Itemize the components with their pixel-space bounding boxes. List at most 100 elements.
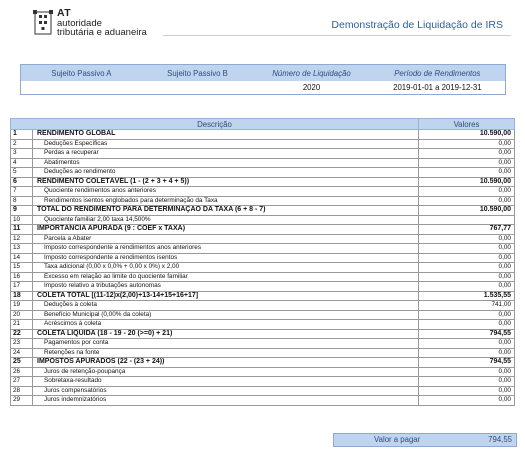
- row-number: 26: [10, 366, 33, 377]
- header-sujeito-a: Sujeito Passivo A: [20, 64, 142, 81]
- row-description: Acréscimos à coleta: [32, 319, 419, 330]
- row-description: Imposto correspondente a rendimentos ano…: [32, 243, 419, 254]
- header-periodo-rendimentos: Período de Rendimentos: [369, 64, 506, 81]
- table-row: 21 Acréscimos à coleta 0,00: [10, 319, 515, 330]
- info-header-row: Sujeito Passivo A Sujeito Passivo B Núme…: [20, 64, 506, 81]
- table-row: 13 Imposto correspondente a rendimentos a…: [10, 243, 515, 254]
- row-description: Retenções na fonte: [32, 347, 419, 358]
- table-row: 10 Quociente familiar 2,00 taxa 14,500%: [10, 214, 515, 225]
- liquidation-table: Descrição Valores 1 RENDIMENTO GLOBAL 10.5…: [10, 118, 515, 406]
- column-header-descricao: Descrição: [10, 118, 419, 130]
- row-number: 21: [10, 319, 33, 330]
- row-number: 19: [10, 300, 33, 311]
- at-logo: AT autoridade tributária e aduaneira: [33, 8, 163, 43]
- row-value: 10.590,00: [418, 176, 515, 187]
- table-row: 24 Retenções na fonte 0,00: [10, 347, 515, 358]
- table-row: 18 COLETA TOTAL [(11-12)x(2,00)+13-14+15+…: [10, 290, 515, 301]
- row-number: 25: [10, 357, 33, 368]
- table-row: 2 Deduções Específicas 0,00: [10, 138, 515, 149]
- row-value: 0,00: [418, 395, 515, 406]
- taxpayer-info-table: Sujeito Passivo A Sujeito Passivo B Núme…: [20, 64, 506, 95]
- row-number: 1: [10, 129, 33, 140]
- row-number: 27: [10, 376, 33, 387]
- row-description: Parcela a Abater: [32, 233, 419, 244]
- table-row: 26 Juros de retenção-poupança 0,00: [10, 366, 515, 377]
- table-row: 4 Abatimentos 0,00: [10, 157, 515, 168]
- row-description: Imposto correspondente a rendimentos ise…: [32, 252, 419, 263]
- row-value: 0,00: [418, 138, 515, 149]
- row-number: 2: [10, 138, 33, 149]
- row-value: 0,00: [418, 309, 515, 320]
- row-value: 0,00: [418, 338, 515, 349]
- table-row: 16 Excesso em relação ao limite do quocie…: [10, 271, 515, 282]
- table-row: 23 Pagamentos por conta 0,00: [10, 338, 515, 349]
- table-row: 9 TOTAL DO RENDIMENTO PARA DETERMINAÇÃO D…: [10, 205, 515, 216]
- value-sujeito-a: [21, 81, 142, 95]
- table-row: 7 Quociente rendimentos anos anteriores 0,…: [10, 186, 515, 197]
- row-number: 28: [10, 385, 33, 396]
- row-value: 10.590,00: [418, 129, 515, 140]
- row-description: Benefício Municipal (0,00% da coleta): [32, 309, 419, 320]
- row-number: 24: [10, 347, 33, 358]
- row-number: 20: [10, 309, 33, 320]
- row-value: 767,77: [418, 224, 515, 235]
- row-number: 29: [10, 395, 33, 406]
- row-value: 0,00: [418, 262, 515, 273]
- row-value: 10.590,00: [418, 205, 515, 216]
- amount-due-label: Valor a pagar: [374, 435, 421, 444]
- table-row: 27 Sobretaxa-resultado 0,00: [10, 376, 515, 387]
- row-number: 11: [10, 224, 33, 235]
- row-number: 7: [10, 186, 33, 197]
- row-value: 0,00: [418, 148, 515, 159]
- row-description: Deduções à coleta: [32, 300, 419, 311]
- row-number: 16: [10, 271, 33, 282]
- table-row: 22 COLETA LÍQUIDA (18 - 19 - 20 (>=0) + 2…: [10, 328, 515, 339]
- value-numero-liquidacao: 2020: [302, 83, 321, 92]
- row-value: 0,00: [418, 281, 515, 292]
- row-description: IMPOSTOS APURADOS (22 - (23 + 24)): [32, 357, 419, 368]
- row-value: 794,55: [418, 328, 515, 339]
- row-description: Juros de retenção-poupança: [32, 366, 419, 377]
- row-number: 3: [10, 148, 33, 159]
- table-row: 3 Perdas a recuperar 0,00: [10, 148, 515, 159]
- table-body: 1 RENDIMENTO GLOBAL 10.590,00 2 Deduções Esp…: [10, 129, 515, 406]
- row-description: Rendimentos isentos englobados para dete…: [32, 195, 419, 206]
- row-description: Quociente rendimentos anos anteriores: [32, 186, 419, 197]
- row-description: Imposto relativo a tributações autonomas: [32, 281, 419, 292]
- row-value: 0,00: [418, 366, 515, 377]
- row-value: 0,00: [418, 319, 515, 330]
- row-description: Taxa adicional (0,00 x 0,0% + 0,00 x 0%)…: [32, 262, 419, 273]
- row-number: 8: [10, 195, 33, 206]
- table-row: 17 Imposto relativo a tributações autonom…: [10, 281, 515, 292]
- row-value: 0,00: [418, 233, 515, 244]
- table-header-row: Descrição Valores: [10, 118, 515, 130]
- row-description: Deduções ao rendimento: [32, 167, 419, 178]
- row-number: 17: [10, 281, 33, 292]
- table-row: 14 Imposto correspondente a rendimentos i…: [10, 252, 515, 263]
- row-value: 0,00: [418, 385, 515, 396]
- table-row: 19 Deduções à coleta 741,00: [10, 300, 515, 311]
- title-divider: [163, 35, 511, 36]
- column-header-valores: Valores: [418, 118, 515, 130]
- header-sujeito-b: Sujeito Passivo B: [141, 64, 254, 81]
- row-value: 0,00: [418, 271, 515, 282]
- row-value: 794,55: [418, 357, 515, 368]
- row-description: Quociente familiar 2,00 taxa 14,500%: [32, 214, 419, 225]
- row-value: 0,00: [418, 347, 515, 358]
- row-description: RENDIMENTO COLETÁVEL (1 - (2 + 3 + 4 + 5…: [32, 176, 419, 187]
- table-row: 12 Parcela a Abater 0,00: [10, 233, 515, 244]
- row-value: 0,00: [418, 376, 515, 387]
- header-numero-liquidacao: Número de Liquidação: [253, 64, 370, 81]
- table-row: 29 Juros indemnizatórios 0,00: [10, 395, 515, 406]
- row-value: 0,00: [418, 167, 515, 178]
- row-value: 0,00: [418, 243, 515, 254]
- row-number: 14: [10, 252, 33, 263]
- amount-due-value: 794,55: [488, 435, 512, 444]
- row-value: 0,00: [418, 252, 515, 263]
- row-number: 10: [10, 214, 33, 225]
- row-number: 13: [10, 243, 33, 254]
- row-value: 0,00: [418, 157, 515, 168]
- table-row: 11 IMPORTÂNCIA APURADA (9 : COEF x TAXA) 7…: [10, 224, 515, 235]
- row-number: 5: [10, 167, 33, 178]
- row-value: [418, 214, 515, 225]
